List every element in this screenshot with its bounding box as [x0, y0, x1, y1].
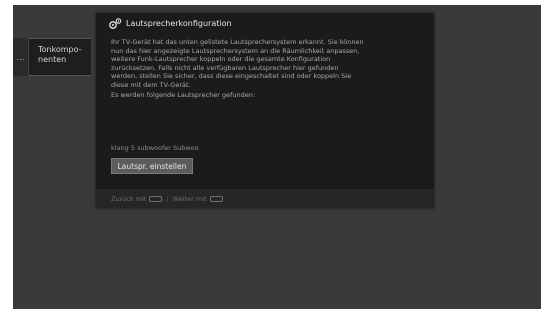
dialog-title: Lautsprecherkonfiguration — [126, 19, 232, 28]
menu-prev-item[interactable]: ... — [13, 38, 29, 76]
description-line: Ihr TV-Gerät hat das unten gelistete Lau… — [111, 38, 364, 46]
settings-menu: ... Tonkompo- nenten — [13, 38, 91, 76]
configure-speakers-button[interactable]: Lautspr. einstellen — [111, 158, 193, 174]
found-speakers-label: Es werden folgende Lautsprecher gefunden… — [111, 90, 256, 99]
back-hint-label: Zurück mit — [111, 194, 147, 203]
dialog-footer: Zurück mit | Weiter mit — [96, 189, 434, 208]
next-hint-label: Weiter mit — [172, 194, 207, 203]
next-hint: Weiter mit — [173, 195, 223, 203]
back-hint: Zurück mit — [111, 194, 163, 203]
menu-item-label-line1: Tonkompo- — [38, 45, 82, 54]
ok-key-icon — [209, 195, 223, 202]
description-line: werden, stellen Sie sicher, dass diese e… — [111, 72, 352, 81]
speaker-config-dialog: Lautsprecherkonfiguration Ihr TV-Gerät h… — [96, 13, 434, 208]
description-line: nun das hier angezeigte Lautsprechersyst… — [111, 46, 360, 55]
back-key-icon — [149, 195, 163, 202]
screen: ... Tonkompo- nenten Lautsprecherkonfigu… — [0, 0, 550, 309]
dialog-header: Lautsprecherkonfiguration — [96, 13, 434, 34]
menu-item-label-line2: nenten — [38, 55, 67, 64]
tv-screen: ... Tonkompo- nenten Lautsprecherkonfigu… — [13, 5, 541, 309]
description-line: diese mit dem TV-Gerät. — [111, 80, 191, 89]
menu-item-tonkomponenten[interactable]: Tonkompo- nenten — [29, 38, 91, 76]
footer-separator: | — [166, 194, 169, 203]
speaker-config-icon — [109, 18, 122, 29]
found-speaker-system: klang 5 subwoofer Subwoo — [111, 144, 199, 152]
description-line: weitere Funk-Lautsprecher koppeln oder d… — [111, 55, 331, 64]
description-line: zurücksetzen. Falls nicht alle verfügbar… — [111, 63, 339, 72]
dialog-description: Ihr TV-Gerät hat das unten gelistete Lau… — [111, 38, 429, 99]
